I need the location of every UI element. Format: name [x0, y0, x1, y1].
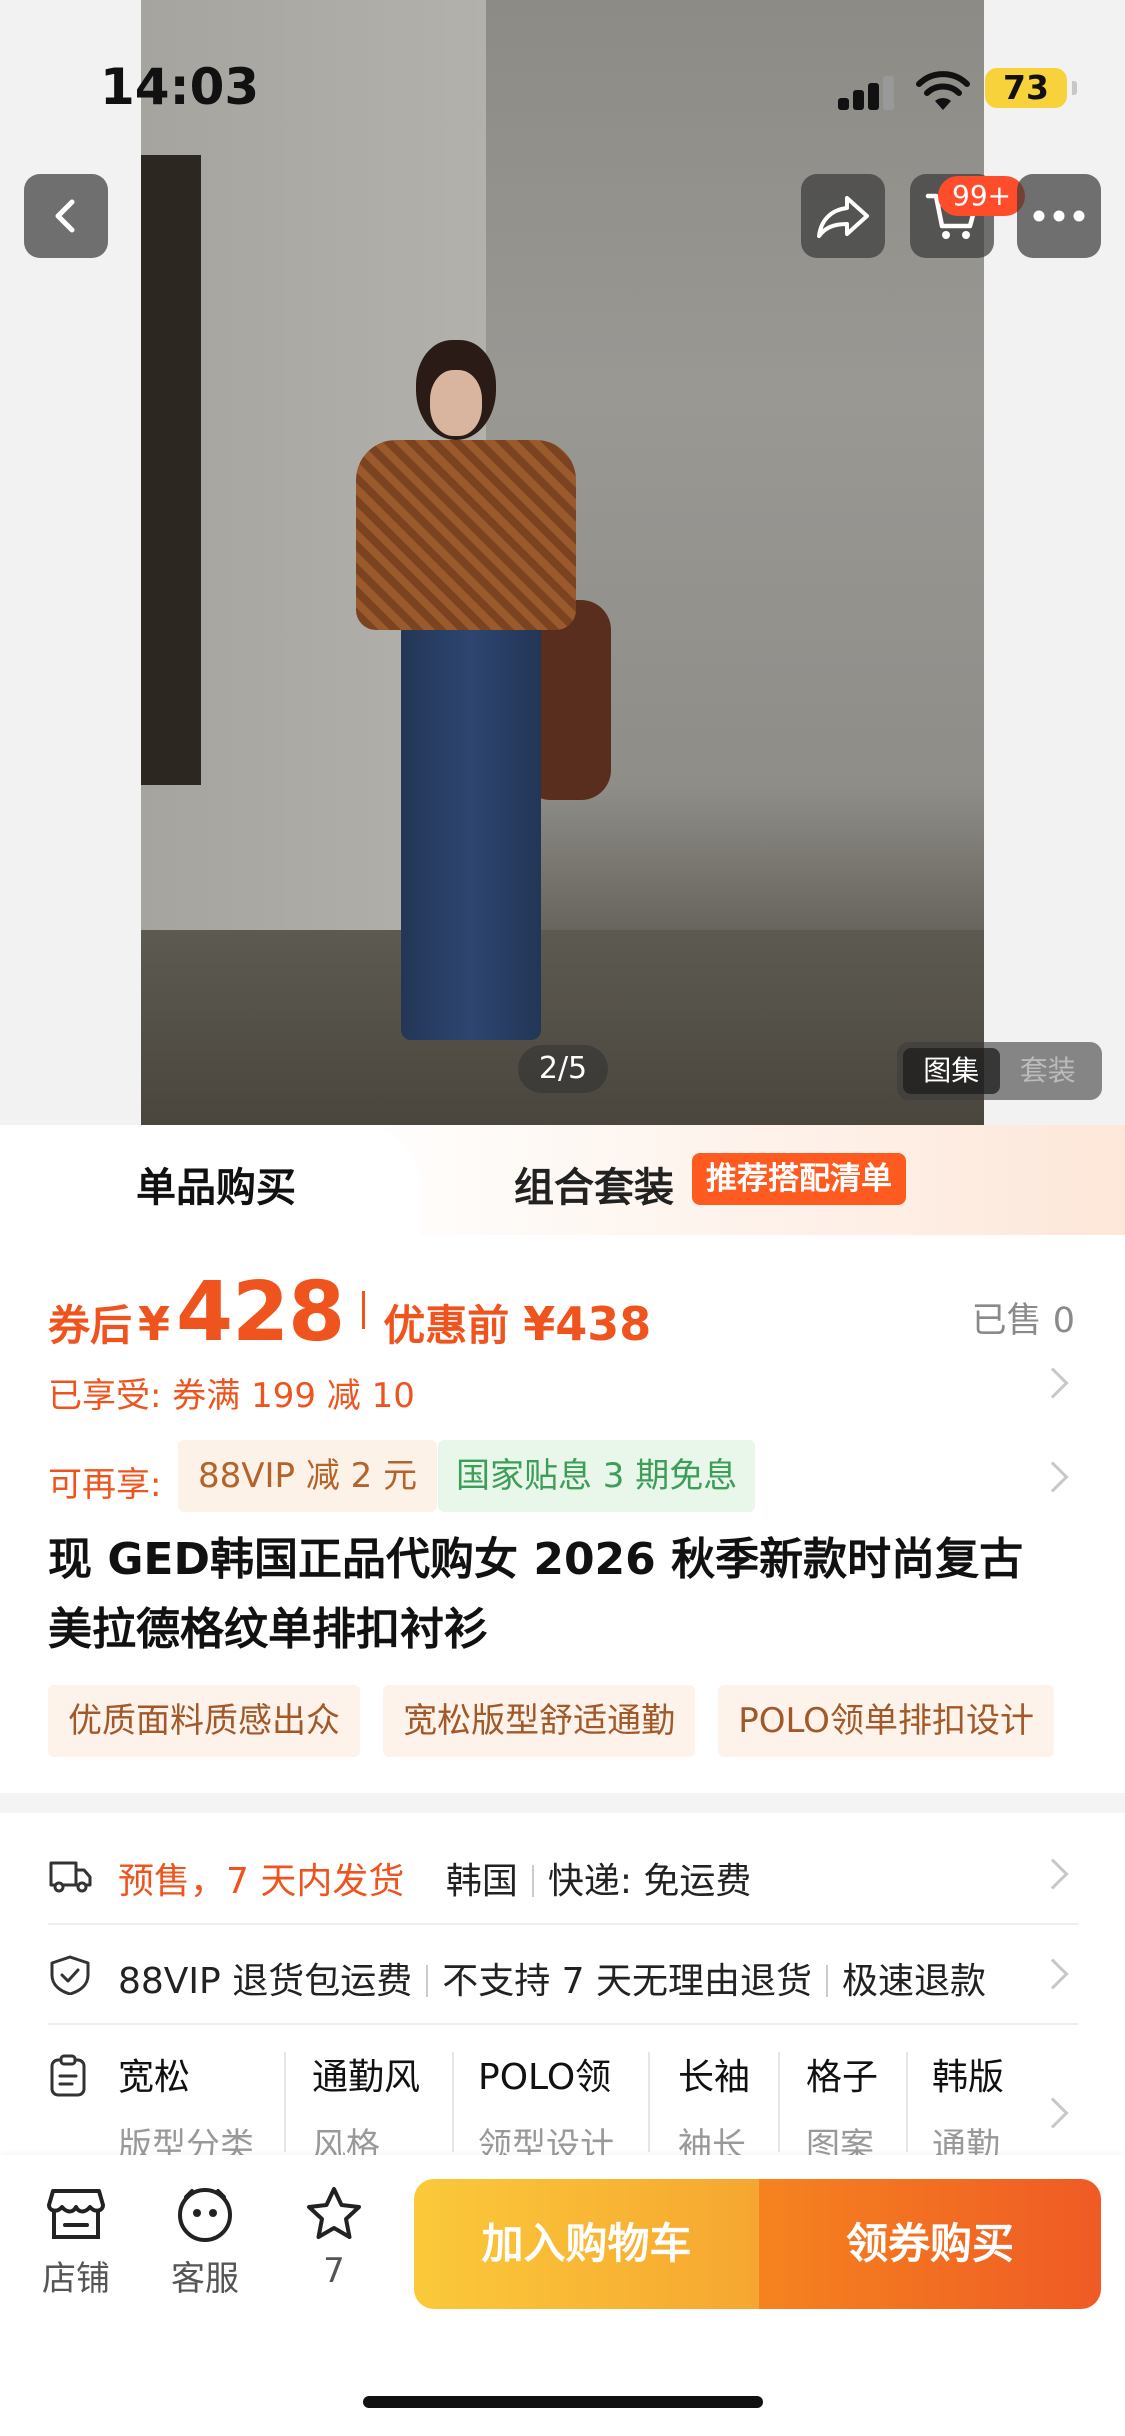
info-separator	[426, 1965, 429, 1997]
chevron-left-icon	[55, 199, 75, 233]
shop-label: 店铺	[42, 2259, 110, 2299]
attributes-row[interactable]: 宽松 版型分类 通勤风 风格 POLO领 领型设计 长袖 袖长 格子 图案 韩版 通勤	[48, 2030, 1078, 2166]
price-divider	[362, 1291, 366, 1329]
section-divider	[0, 1793, 1125, 1813]
back-button[interactable]	[24, 174, 108, 258]
favorite-count: 7	[323, 2251, 345, 2291]
service-label: 客服	[171, 2259, 239, 2299]
origin-text: 韩国	[445, 1861, 518, 1902]
product-title-line2: 美拉德格纹单排扣衬衫	[48, 1604, 488, 1655]
before-discount-label: 优惠前	[383, 1301, 510, 1350]
attribute-item: POLO领 领型设计	[478, 2057, 614, 2166]
favorite-button[interactable]: 7	[284, 2185, 384, 2291]
tab-single-purchase[interactable]: 单品购买	[0, 1125, 420, 1235]
chevron-right-icon	[1037, 1958, 1069, 1990]
chevron-right-icon	[1037, 1367, 1069, 1399]
photo-face	[430, 370, 482, 436]
product-title-line1: 现 GED韩国正品代购女 2026 秋季新款时尚复古	[48, 1534, 1024, 1585]
chat-face-icon	[178, 2188, 232, 2242]
extra-discount-row[interactable]: 可再享: 88VIP 减 2 元 国家贴息 3 期免息	[48, 1440, 1078, 1515]
more-dots-icon	[1033, 210, 1085, 222]
home-indicator[interactable]	[363, 2396, 763, 2408]
bottom-action-bar: 店铺 客服 7 加入购物车 领券购买	[0, 2155, 1125, 2436]
attribute-item: 通勤风 风格	[312, 2057, 421, 2166]
feature-tag: 宽松版型舒适通勤	[383, 1685, 696, 1757]
feature-tag: POLO领单排扣设计	[718, 1685, 1054, 1757]
coupon-enjoyed-text: 已享受: 券满 199 减 10	[48, 1376, 415, 1416]
attribute-separator	[906, 2052, 908, 2152]
toggle-set[interactable]: 套装	[1000, 1048, 1097, 1094]
attribute-item: 宽松 版型分类	[118, 2057, 254, 2166]
gallery-toggle[interactable]: 图集 套装	[897, 1042, 1102, 1100]
coupon-buy-button[interactable]: 领券购买	[759, 2179, 1101, 2309]
toggle-gallery[interactable]: 图集	[903, 1048, 1000, 1094]
before-discount-price: ¥438	[523, 1297, 652, 1351]
cart-badge: 99+	[938, 176, 1026, 216]
star-icon	[307, 2187, 361, 2239]
vip-discount-chip: 88VIP 减 2 元	[178, 1440, 438, 1512]
gov-subsidy-chip: 国家贴息 3 期免息	[438, 1440, 756, 1512]
service-info: 88VIP 退货包运费 不支持 7 天无理由退货 极速退款	[118, 1952, 1028, 2004]
chevron-right-icon	[1037, 1461, 1069, 1493]
fast-refund-text: 极速退款	[842, 1961, 987, 2002]
tab-single-label: 单品购买	[136, 1165, 296, 1211]
store-icon	[47, 2189, 105, 2239]
customer-service-button[interactable]: 客服	[155, 2185, 255, 2300]
add-to-cart-button[interactable]: 加入购物车	[414, 2179, 759, 2309]
coupon-enjoyed-row[interactable]: 已享受: 券满 199 减 10	[48, 1367, 1078, 1418]
shipping-info: 预售，7 天内发货 韩国 快递: 免运费	[118, 1852, 1028, 1904]
image-page-indicator: 2/5	[518, 1045, 608, 1093]
attribute-item: 韩版 通勤	[932, 2057, 1005, 2166]
extra-discount-label: 可再享:	[48, 1465, 162, 1505]
wifi-icon	[916, 71, 970, 110]
battery-icon: 73	[985, 68, 1077, 108]
no-reason-return-text: 不支持 7 天无理由退货	[442, 1961, 813, 2002]
return-fee-text: 88VIP 退货包运费	[118, 1961, 413, 2002]
after-coupon-price: 428	[176, 1265, 345, 1360]
sold-count: 已售 0	[971, 1301, 1075, 1341]
chevron-right-icon	[1037, 1858, 1069, 1890]
info-separator	[826, 1965, 829, 1997]
attribute-item: 格子 图案	[806, 2057, 879, 2166]
shield-check-icon	[50, 1955, 90, 1995]
signal-icon	[838, 76, 896, 110]
service-row[interactable]: 88VIP 退货包运费 不支持 7 天无理由退货 极速退款	[48, 1925, 1078, 2025]
product-title: 现 GED韩国正品代购女 2026 秋季新款时尚复古 美拉德格纹单排扣衬衫	[48, 1525, 1078, 1665]
photo-jeans	[401, 620, 541, 1040]
truck-icon	[49, 1861, 92, 1893]
currency-symbol: ¥	[138, 1297, 171, 1351]
product-photo[interactable]	[141, 0, 984, 1125]
combo-recommend-tag[interactable]: 推荐搭配清单	[692, 1153, 906, 1205]
tab-combo-set[interactable]: 组合套装	[514, 1155, 674, 1213]
shipping-row[interactable]: 预售，7 天内发货 韩国 快递: 免运费	[48, 1825, 1078, 1925]
clipboard-icon	[50, 2054, 86, 2097]
feature-tag: 优质面料质感出众	[48, 1685, 360, 1757]
photo-door	[141, 155, 201, 785]
attribute-separator	[648, 2052, 650, 2152]
price-row: 券后 ¥ 428 优惠前 ¥438	[48, 1265, 652, 1360]
more-button[interactable]	[1017, 174, 1101, 258]
shop-button[interactable]: 店铺	[26, 2185, 126, 2300]
attribute-separator	[284, 2052, 286, 2152]
presale-text: 预售，7 天内发货	[118, 1861, 405, 1902]
photo-model	[316, 330, 616, 1070]
after-coupon-label: 券后	[48, 1301, 133, 1350]
attribute-separator	[452, 2052, 454, 2152]
status-time: 14:03	[100, 58, 260, 116]
feature-tags: 优质面料质感出众 宽松版型舒适通勤 POLO领单排扣设计	[48, 1685, 1125, 1757]
attribute-separator	[778, 2052, 780, 2152]
info-separator	[531, 1865, 534, 1897]
status-bar: 14:03 73	[0, 0, 1125, 150]
chevron-right-icon	[1037, 2097, 1069, 2129]
delivery-text: 快递: 免运费	[547, 1861, 752, 1902]
purchase-tabs: 单品购买 组合套装 推荐搭配清单	[0, 1125, 1125, 1235]
share-icon	[817, 196, 869, 238]
attribute-item: 长袖 袖长	[678, 2057, 751, 2166]
photo-shirt	[356, 440, 576, 630]
product-image-gallery[interactable]: 2/5 图集 套装	[0, 0, 1125, 1125]
share-button[interactable]	[801, 174, 885, 258]
